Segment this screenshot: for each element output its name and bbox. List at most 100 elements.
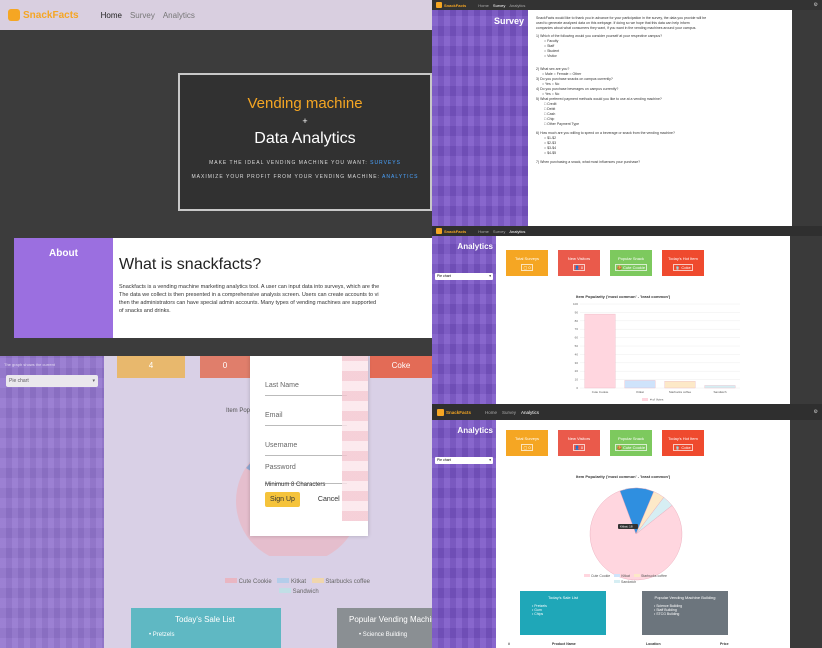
modal-edge-decoration (342, 356, 368, 521)
nav-analytics[interactable]: Analytics (509, 3, 525, 8)
bg-popular-building: Popular Vending Machine Building • Scien… (337, 608, 432, 648)
x-tick-label: Cute Cookie (592, 390, 609, 394)
email-field[interactable]: Email (265, 404, 347, 426)
legend-swatch (614, 580, 620, 583)
analytics-side-title: Analytics (457, 426, 493, 435)
settings-icon[interactable]: ⚙ (814, 2, 818, 8)
checkbox-option[interactable]: □ Other Payment Type (544, 122, 784, 127)
nav-survey[interactable]: Survey (502, 410, 516, 415)
bg-card-a: 4 (117, 356, 185, 378)
option-label: Debit (547, 107, 556, 111)
tooltip-label: Kitkat: 18 (620, 525, 633, 529)
nav-home[interactable]: Home (485, 410, 497, 415)
pie-legend: Cute Cookie Kitkat Starbucks coffee Sand… (584, 574, 667, 584)
legend-swatch (642, 398, 648, 401)
hero-tagline-2: MAXIMIZE YOUR PROFIT FROM YOUR VENDING M… (180, 174, 430, 180)
brand-name[interactable]: SnackFacts (444, 3, 466, 8)
surveys-link[interactable]: SURVEYS (370, 160, 401, 166)
bg-sale-list: Today's Sale List • Pretzels (131, 608, 281, 648)
card-value-text: 0 (580, 444, 584, 450)
popular-snack-card: Popular Snack 🍪 Cute Cookie (610, 430, 652, 456)
option-label: $3-$4 (547, 146, 557, 150)
brand-name[interactable]: SnackFacts (446, 410, 471, 415)
option-label: Other Payment Type (547, 122, 580, 126)
chart-type-select[interactable]: Pie chart ▾ (435, 457, 493, 464)
option-label: Yes (545, 92, 551, 96)
hero-tagline-1: MAKE THE IDEAL VENDING MACHINE YOU WANT:… (180, 160, 430, 166)
card-value: 🍪 Cute Cookie (614, 263, 648, 271)
y-tick-label: 20 (575, 369, 579, 373)
nav-survey[interactable]: Survey (130, 11, 155, 20)
chevron-down-icon: ▾ (92, 378, 95, 384)
bg-card-a-value: 4 (148, 361, 154, 370)
radio-option[interactable]: ○ Yes (542, 82, 551, 86)
nav-home[interactable]: Home (478, 3, 489, 8)
bg-select-value: Pie chart (9, 378, 29, 384)
nav-analytics[interactable]: Analytics (509, 229, 525, 234)
about-section: About What is snackfacts? Snackfacts is … (14, 238, 432, 338)
username-field[interactable]: Username (265, 434, 347, 456)
card-value: 🍪 Cute Cookie (614, 443, 648, 451)
card-value: 🥤 Coke (673, 443, 693, 451)
option-label: Yes (545, 82, 551, 86)
bar-chart-title: Item Popularity ('most common' - 'least … (576, 294, 671, 299)
snack-logo-icon[interactable] (437, 408, 444, 416)
hero-tag2-text: MAXIMIZE YOUR PROFIT FROM YOUR VENDING M… (191, 174, 380, 180)
last-name-placeholder: Last Name (265, 382, 299, 389)
password-field[interactable]: Minimum 8 Characters (265, 473, 347, 488)
snack-logo-icon[interactable] (436, 2, 442, 8)
x-tick-label: Kitkat (636, 390, 644, 394)
bg-chart-select[interactable]: Pie chart ▾ (6, 375, 98, 387)
card-title: New Visitors (567, 255, 591, 261)
snack-logo-icon[interactable] (8, 9, 20, 21)
legend-label: Sandwich (292, 589, 319, 595)
legend-swatch (277, 578, 290, 583)
bg-card-b-value: 0 (222, 361, 228, 370)
x-tick-label: Starbucks coffee (669, 390, 692, 394)
radio-option[interactable]: ○ Male (542, 72, 553, 76)
th-product-name: Product Name (552, 642, 576, 646)
about-line-1: Snackfacts is a vending machine marketin… (119, 284, 380, 290)
snack-logo-icon[interactable] (436, 228, 442, 234)
legend-swatch (225, 578, 237, 583)
analytics-pie-panel: SnackFacts Home Survey Analytics ⚙ Analy… (432, 404, 822, 648)
nav-analytics[interactable]: Analytics (521, 410, 539, 415)
brand-name[interactable]: SnackFacts (444, 229, 466, 234)
signup-button-label: Sign Up (270, 496, 295, 503)
signup-button[interactable]: Sign Up (265, 492, 300, 507)
chart-type-select[interactable]: Pie chart ▾ (435, 273, 493, 280)
radio-option[interactable]: ○ $4-$5 (544, 151, 784, 156)
settings-icon[interactable]: ⚙ (814, 409, 818, 415)
nav-analytics[interactable]: Analytics (163, 11, 195, 20)
radio-option[interactable]: ○ No (552, 92, 560, 96)
nav-survey[interactable]: Survey (493, 229, 505, 234)
total-surveys-card: Total Surveys ▢ 0 (506, 430, 548, 456)
card-value-text: 0 (528, 444, 531, 450)
cancel-button[interactable]: Cancel (318, 496, 340, 503)
nav-survey[interactable]: Survey (493, 3, 505, 8)
x-tick-label: Sandwich (713, 390, 726, 394)
last-name-field[interactable]: Last Name (265, 374, 347, 396)
bg-sale-item-label: Pretzels (152, 632, 175, 638)
bg-sale-item: • Pretzels (149, 632, 175, 638)
nav-home[interactable]: Home (101, 11, 122, 20)
y-tick-label: 100 (573, 302, 578, 306)
bar (664, 381, 696, 389)
username-placeholder: Username (265, 442, 298, 449)
home-panel: SnackFacts Home Survey Analytics Vending… (0, 0, 432, 356)
radio-option[interactable]: ○ Female (554, 72, 569, 76)
card-value-text: Coke (681, 264, 691, 270)
radio-option[interactable]: ○ Yes (542, 92, 551, 96)
nav-home[interactable]: Home (478, 229, 489, 234)
card-title: Total Surveys (514, 435, 539, 441)
analytics-content: Total Surveys ▢ 0 New Visitors 👤 0 Popul… (496, 420, 790, 648)
brand-name[interactable]: SnackFacts (23, 10, 79, 21)
password-hint: Minimum 8 Characters (265, 482, 326, 488)
legend-swatch (614, 574, 621, 577)
radio-option[interactable]: ○ Visitor (544, 54, 784, 59)
analytics-side-title: Analytics (457, 242, 493, 251)
analytics-link[interactable]: ANALYTICS (382, 174, 418, 180)
radio-option[interactable]: ○ No (552, 82, 560, 86)
home-navbar: SnackFacts Home Survey Analytics (0, 0, 432, 30)
radio-option[interactable]: ○ Other (569, 72, 581, 76)
